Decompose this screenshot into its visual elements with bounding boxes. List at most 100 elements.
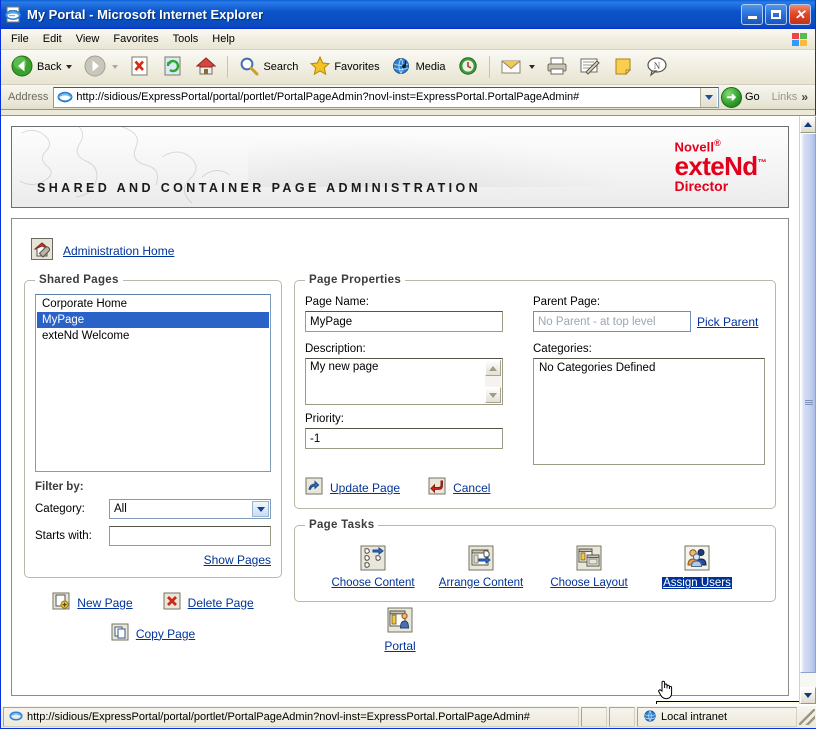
- list-item[interactable]: exteNd Welcome: [37, 328, 269, 344]
- task-label: Arrange Content: [439, 577, 523, 589]
- registered-mark: ®: [714, 138, 721, 148]
- list-item[interactable]: Corporate Home: [37, 296, 269, 312]
- status-url-text: http://sidious/ExpressPortal/portal/port…: [27, 711, 530, 723]
- chevron-expand-icon[interactable]: »: [797, 90, 812, 104]
- priority-input[interactable]: -1: [305, 428, 503, 449]
- task-label: Choose Layout: [550, 577, 627, 589]
- close-button[interactable]: ✕: [789, 4, 811, 25]
- menu-item-favorites[interactable]: Favorites: [106, 31, 165, 47]
- back-dropdown-icon[interactable]: [66, 65, 72, 69]
- forward-arrow-icon: [83, 54, 107, 81]
- scroll-up-icon[interactable]: [485, 360, 501, 376]
- update-page-label: Update Page: [330, 481, 400, 495]
- mouse-cursor-hand-icon: [657, 678, 671, 698]
- status-zone-text: Local intranet: [661, 711, 727, 723]
- scroll-down-button[interactable]: [800, 687, 816, 704]
- scroll-up-button[interactable]: [800, 116, 816, 133]
- home-button[interactable]: [190, 53, 222, 81]
- list-item[interactable]: MyPage: [37, 312, 269, 328]
- page-name-input[interactable]: MyPage: [305, 311, 503, 332]
- starts-with-input[interactable]: [109, 526, 271, 546]
- minimize-button[interactable]: [741, 4, 763, 25]
- star-icon: [309, 55, 331, 80]
- left-column: Shared Pages Corporate Home MyPage exteN…: [24, 274, 282, 644]
- links-label[interactable]: Links: [766, 91, 798, 103]
- go-button[interactable]: ➜ Go: [719, 87, 766, 108]
- menu-item-file[interactable]: File: [4, 31, 36, 47]
- status-cell-1: [581, 707, 607, 727]
- menu-item-help[interactable]: Help: [205, 31, 242, 47]
- media-label: Media: [416, 61, 446, 73]
- mail-button[interactable]: [495, 53, 540, 81]
- task-label: Assign Users: [662, 577, 732, 589]
- ie-document-icon: [5, 6, 22, 23]
- administration-home-link[interactable]: Administration Home: [12, 219, 788, 274]
- favorites-label: Favorites: [334, 61, 379, 73]
- notes-button[interactable]: [607, 53, 639, 81]
- status-zone-cell: Local intranet: [637, 707, 797, 727]
- categories-label: Categories:: [533, 343, 765, 355]
- description-value: My new page: [310, 361, 378, 402]
- search-button[interactable]: Search: [233, 53, 303, 81]
- history-button[interactable]: [452, 53, 484, 81]
- menu-item-tools[interactable]: Tools: [166, 31, 206, 47]
- category-select[interactable]: All: [109, 499, 271, 519]
- print-button[interactable]: [541, 53, 573, 81]
- stop-button[interactable]: [124, 53, 156, 81]
- page-properties-row-2: Description: My new page Priority:: [305, 341, 765, 465]
- task-choose-layout[interactable]: Choose Layout: [537, 545, 641, 589]
- shared-pages-listbox[interactable]: Corporate Home MyPage exteNd Welcome: [35, 294, 271, 472]
- window-title: My Portal - Microsoft Internet Explorer: [27, 7, 741, 22]
- scrollbar-thumb[interactable]: [800, 133, 816, 673]
- task-choose-content[interactable]: Choose Content: [321, 545, 425, 589]
- refresh-button[interactable]: [157, 53, 189, 81]
- resize-grip-icon[interactable]: [799, 709, 815, 725]
- shared-pages-legend: Shared Pages: [35, 274, 123, 286]
- go-arrow-icon: ➜: [721, 87, 742, 108]
- task-arrange-content[interactable]: Arrange Content: [429, 545, 533, 589]
- parent-page-input[interactable]: No Parent - at top level: [533, 311, 691, 332]
- favorites-button[interactable]: Favorites: [304, 53, 384, 81]
- menu-item-view[interactable]: View: [69, 31, 107, 47]
- category-label: Category:: [35, 503, 109, 515]
- mail-dropdown-icon[interactable]: [529, 65, 535, 69]
- media-button[interactable]: Media: [386, 53, 451, 81]
- edit-button[interactable]: [574, 53, 606, 81]
- forward-button[interactable]: [78, 53, 123, 81]
- task-label: Choose Content: [331, 577, 414, 589]
- search-label: Search: [263, 61, 298, 73]
- portal-icon: [387, 607, 413, 636]
- task-assign-users[interactable]: Assign Users: [645, 545, 749, 589]
- ie-status-icon: [9, 709, 23, 726]
- address-input[interactable]: http://sidious/ExpressPortal/portal/port…: [53, 87, 719, 108]
- address-dropdown-icon[interactable]: [700, 88, 717, 107]
- search-icon: [238, 55, 260, 80]
- pick-parent-link[interactable]: Pick Parent: [697, 315, 758, 329]
- go-label: Go: [745, 91, 760, 103]
- page-vertical-scrollbar[interactable]: [799, 116, 816, 704]
- admin-panel: Administration Home Shared Pages Corpora…: [11, 218, 789, 696]
- categories-listbox[interactable]: No Categories Defined: [533, 358, 765, 465]
- page-tasks-legend: Page Tasks: [305, 519, 378, 531]
- chevron-down-icon[interactable]: [252, 501, 269, 517]
- update-page-button[interactable]: Update Page: [305, 477, 400, 498]
- back-button[interactable]: Back: [5, 53, 77, 81]
- maximize-button[interactable]: [765, 4, 787, 25]
- history-clock-icon: [457, 55, 479, 80]
- right-column: Page Properties Page Name: MyPage Parent…: [294, 274, 776, 644]
- show-pages-link[interactable]: Show Pages: [204, 553, 271, 567]
- show-pages-row: Show Pages: [35, 553, 271, 567]
- description-scrollbar[interactable]: [485, 360, 501, 403]
- scrollbar-track[interactable]: [800, 133, 816, 687]
- trademark-mark: ™: [758, 158, 766, 168]
- messenger-button[interactable]: N: [640, 53, 674, 81]
- description-textarea[interactable]: My new page: [305, 358, 503, 405]
- forward-dropdown-icon: [112, 65, 118, 69]
- menu-item-edit[interactable]: Edit: [36, 31, 69, 47]
- scroll-down-icon[interactable]: [485, 387, 501, 403]
- browser-viewport: SHARED AND CONTAINER PAGE ADMINISTRATION…: [1, 115, 816, 705]
- cancel-button[interactable]: Cancel: [428, 477, 490, 498]
- portal-task[interactable]: Portal: [12, 607, 788, 653]
- arrange-content-icon: [468, 545, 494, 574]
- window-controls: ✕: [741, 4, 813, 25]
